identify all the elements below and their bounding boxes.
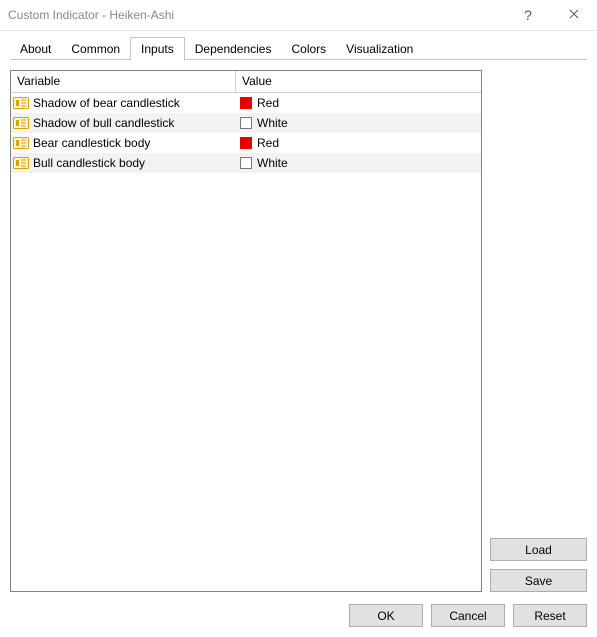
help-icon: ? <box>524 8 532 22</box>
variable-name: Shadow of bull candlestick <box>33 116 174 130</box>
variable-icon <box>13 156 29 170</box>
variable-name: Bull candlestick body <box>33 156 145 170</box>
color-swatch-icon <box>240 97 252 109</box>
tab-dependencies[interactable]: Dependencies <box>185 38 282 60</box>
inputs-side-buttons: Load Save <box>490 70 587 592</box>
value-cell[interactable]: Red <box>236 136 481 150</box>
variable-cell: Shadow of bear candlestick <box>11 96 236 110</box>
dialog-window: Custom Indicator - Heiken-Ashi ? About C… <box>0 0 597 637</box>
color-swatch-icon <box>240 117 252 129</box>
variable-cell: Bull candlestick body <box>11 156 236 170</box>
column-header-variable[interactable]: Variable <box>11 71 236 92</box>
load-button[interactable]: Load <box>490 538 587 561</box>
color-swatch-icon <box>240 157 252 169</box>
tab-about[interactable]: About <box>10 38 61 60</box>
color-name: White <box>257 156 288 170</box>
value-cell[interactable]: Red <box>236 96 481 110</box>
window-title: Custom Indicator - Heiken-Ashi <box>8 8 505 22</box>
help-button[interactable]: ? <box>505 0 551 30</box>
tab-visualization[interactable]: Visualization <box>336 38 423 60</box>
save-button[interactable]: Save <box>490 569 587 592</box>
color-name: White <box>257 116 288 130</box>
variable-icon <box>13 96 29 110</box>
variable-icon <box>13 136 29 150</box>
table-row[interactable]: Bull candlestick body White <box>11 153 481 173</box>
table-row[interactable]: Shadow of bear candlestick Red <box>11 93 481 113</box>
dialog-body: About Common Inputs Dependencies Colors … <box>0 30 597 637</box>
variable-name: Shadow of bear candlestick <box>33 96 180 110</box>
color-name: Red <box>257 96 279 110</box>
close-button[interactable] <box>551 0 597 30</box>
inputs-table-body: Shadow of bear candlestick Red Shad <box>11 93 481 591</box>
cancel-button[interactable]: Cancel <box>431 604 505 627</box>
table-row[interactable]: Shadow of bull candlestick White <box>11 113 481 133</box>
tab-colors[interactable]: Colors <box>281 38 336 60</box>
close-icon <box>569 8 579 22</box>
value-cell[interactable]: White <box>236 156 481 170</box>
tab-inputs[interactable]: Inputs <box>130 37 185 61</box>
inputs-table: Variable Value Shadow of bear candlestic… <box>10 70 482 592</box>
variable-name: Bear candlestick body <box>33 136 150 150</box>
variable-icon <box>13 116 29 130</box>
titlebar: Custom Indicator - Heiken-Ashi ? <box>0 0 597 30</box>
color-name: Red <box>257 136 279 150</box>
inputs-panel: Variable Value Shadow of bear candlestic… <box>0 60 597 598</box>
tab-strip: About Common Inputs Dependencies Colors … <box>0 31 597 60</box>
variable-cell: Bear candlestick body <box>11 136 236 150</box>
value-cell[interactable]: White <box>236 116 481 130</box>
column-header-value[interactable]: Value <box>236 71 481 92</box>
variable-cell: Shadow of bull candlestick <box>11 116 236 130</box>
color-swatch-icon <box>240 137 252 149</box>
inputs-table-header: Variable Value <box>11 71 481 93</box>
ok-button[interactable]: OK <box>349 604 423 627</box>
tab-common[interactable]: Common <box>61 38 130 60</box>
dialog-footer: OK Cancel Reset <box>0 598 597 637</box>
table-row[interactable]: Bear candlestick body Red <box>11 133 481 153</box>
reset-button[interactable]: Reset <box>513 604 587 627</box>
